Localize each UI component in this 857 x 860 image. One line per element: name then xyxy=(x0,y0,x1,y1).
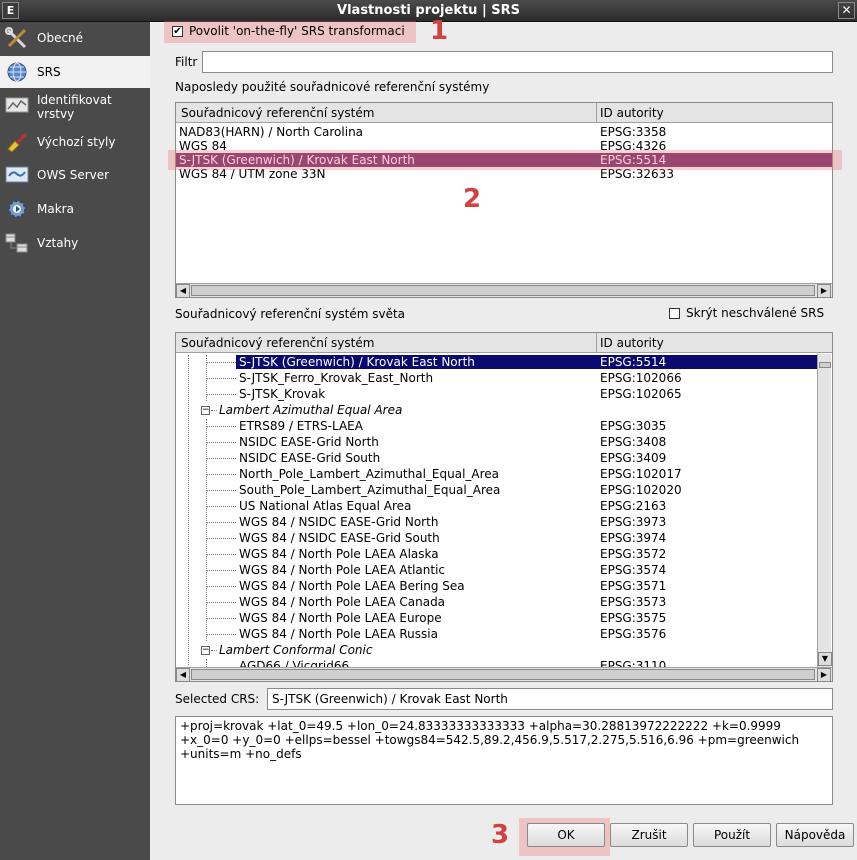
macros-gear-icon xyxy=(8,200,26,218)
annotation-3: 3 xyxy=(491,820,510,850)
collapse-icon[interactable]: − xyxy=(201,646,210,655)
scroll-thumb[interactable] xyxy=(191,285,815,296)
world-vertical-scrollbar[interactable]: ▼ xyxy=(817,354,832,668)
sidebar-item-identify-layers[interactable]: Identifikovat vrstvy xyxy=(0,90,150,126)
sidebar-item-label: Výchozí styly xyxy=(37,135,116,149)
tree-row[interactable]: WGS 84 / NSIDC EASE-Grid South EPSG:3974 xyxy=(176,531,816,545)
tree-row-selected[interactable]: S-JTSK (Greenwich) / Krovak East North EP… xyxy=(176,355,817,369)
tree-row[interactable]: WGS 84 / North Pole LAEA Europe EPSG:3575 xyxy=(176,611,816,625)
tree-row[interactable]: WGS 84 / North Pole LAEA Russia EPSG:3576 xyxy=(176,627,816,641)
sidebar: Obecné SRS Identifikovat vrstvy Výchozí … xyxy=(0,22,150,860)
cancel-button[interactable]: Zrušit xyxy=(610,823,688,847)
proj-definition-text[interactable]: +proj=krovak +lat_0=49.5 +lon_0=24.83333… xyxy=(175,716,833,805)
sidebar-item-label: Obecné xyxy=(37,31,84,45)
relations-icon xyxy=(5,233,28,253)
sidebar-item-relations[interactable]: Vztahy xyxy=(0,227,150,259)
tree-group-row[interactable]: − Lambert Conformal Conic xyxy=(176,643,816,657)
world-crs-label: Souřadnicový referenční systém světa xyxy=(175,307,406,321)
tree-row[interactable]: WGS 84 / North Pole LAEA Atlantic EPSG:35… xyxy=(176,563,816,577)
close-icon[interactable]: ✕ xyxy=(838,2,855,19)
scroll-thumb[interactable] xyxy=(819,362,831,368)
table-row[interactable]: NAD83(HARN) / North Carolina EPSG:3358 xyxy=(176,125,832,139)
hide-deprecated-checkbox[interactable] xyxy=(669,308,680,319)
globe-icon xyxy=(7,62,27,82)
styles-brush-icon xyxy=(7,132,28,153)
tree-row[interactable]: WGS 84 / North Pole LAEA Alaska EPSG:3572 xyxy=(176,547,816,561)
ok-button[interactable]: OK xyxy=(527,823,605,847)
scroll-left-icon[interactable]: ◀ xyxy=(176,284,190,297)
filter-label: Filtr xyxy=(175,55,198,69)
selected-crs-field[interactable]: S-JTSK (Greenwich) / Krovak East North xyxy=(267,688,833,710)
collapse-icon[interactable]: − xyxy=(201,406,210,415)
tree-row[interactable]: WGS 84 / North Pole LAEA Canada EPSG:3573 xyxy=(176,595,816,609)
tree-row[interactable]: S-JTSK_Ferro_Krovak_East_North EPSG:10206… xyxy=(176,371,816,385)
sidebar-item-srs[interactable]: SRS xyxy=(0,56,150,88)
tree-row[interactable]: AGD66 / Vicgrid66 EPSG:3110 xyxy=(176,659,816,667)
recent-table-header: Souřadnicový referenční systém ID autori… xyxy=(176,103,832,123)
sidebar-item-label: Identifikovat vrstvy xyxy=(37,93,112,121)
otf-checkbox[interactable]: ✔ xyxy=(172,26,183,37)
tree-row[interactable]: ETRS89 / ETRS-LAEA EPSG:3035 xyxy=(176,419,816,433)
tree-row[interactable]: North_Pole_Lambert_Azimuthal_Equal_Area E… xyxy=(176,467,816,481)
recent-crs-table: Souřadnicový referenční systém ID autori… xyxy=(175,102,833,298)
sidebar-item-label: SRS xyxy=(37,65,61,79)
sidebar-item-label: Makra xyxy=(37,202,74,216)
scroll-down-icon[interactable]: ▼ xyxy=(818,652,832,666)
recent-horizontal-scrollbar[interactable]: ◀ ▶ xyxy=(176,283,832,297)
tree-row[interactable]: WGS 84 / NSIDC EASE-Grid North EPSG:3973 xyxy=(176,515,816,529)
col-authority-header[interactable]: ID autority xyxy=(600,336,664,350)
annotation-highlight-2 xyxy=(168,150,842,170)
tree-row[interactable]: S-JTSK_Krovak EPSG:102065 xyxy=(176,387,816,401)
scroll-thumb[interactable] xyxy=(191,669,815,680)
world-table-header: Souřadnicový referenční systém ID autori… xyxy=(176,333,832,353)
col-crs-header[interactable]: Souřadnicový referenční systém xyxy=(181,106,374,120)
tree-row[interactable]: NSIDC EASE-Grid South EPSG:3409 xyxy=(176,451,816,465)
apply-button[interactable]: Použít xyxy=(693,823,771,847)
annotation-1: 1 xyxy=(430,16,449,46)
filter-input[interactable] xyxy=(202,51,833,73)
selected-crs-label: Selected CRS: xyxy=(175,692,260,706)
tree-row[interactable]: US National Atlas Equal Area EPSG:2163 xyxy=(176,499,816,513)
sidebar-item-general[interactable]: Obecné xyxy=(0,22,150,54)
tree-row[interactable]: South_Pole_Lambert_Azimuthal_Equal_Area E… xyxy=(176,483,816,497)
tree-row[interactable]: NSIDC EASE-Grid North EPSG:3408 xyxy=(176,435,816,449)
tree-row[interactable]: WGS 84 / North Pole LAEA Bering Sea EPSG:… xyxy=(176,579,816,593)
scroll-right-icon[interactable]: ▶ xyxy=(817,284,831,297)
window-title: Vlastnosti projektu | SRS xyxy=(337,3,520,18)
scroll-right-icon[interactable]: ▶ xyxy=(817,668,831,681)
hide-deprecated-label: Skrýt neschválené SRS xyxy=(686,306,825,320)
title-bar: E Vlastnosti projektu | SRS ✕ xyxy=(0,0,857,22)
col-authority-header[interactable]: ID autority xyxy=(600,106,664,120)
tools-icon xyxy=(5,27,27,49)
sidebar-item-default-styles[interactable]: Výchozí styly xyxy=(0,126,150,158)
sidebar-item-ows-server[interactable]: OWS Server xyxy=(0,159,150,191)
recent-crs-label: Naposledy použité souřadnicové referenčn… xyxy=(175,80,490,94)
sidebar-item-macros[interactable]: Makra xyxy=(0,193,150,225)
world-horizontal-scrollbar[interactable]: ◀ ▶ xyxy=(176,667,832,681)
sidebar-item-label: Vztahy xyxy=(37,236,79,250)
ows-server-icon xyxy=(5,166,29,183)
world-crs-tree: Souřadnicový referenční systém ID autori… xyxy=(175,332,833,682)
sidebar-item-label: OWS Server xyxy=(37,168,110,182)
help-button[interactable]: Nápověda xyxy=(776,823,854,847)
annotation-2: 2 xyxy=(463,184,482,214)
col-crs-header[interactable]: Souřadnicový referenční systém xyxy=(181,336,374,350)
scroll-left-icon[interactable]: ◀ xyxy=(176,668,190,681)
identify-layers-icon xyxy=(5,97,29,113)
tree-group-row[interactable]: − Lambert Azimuthal Equal Area xyxy=(176,403,816,417)
otf-checkbox-label: Povolit 'on-the-fly' SRS transformaci xyxy=(189,24,405,38)
